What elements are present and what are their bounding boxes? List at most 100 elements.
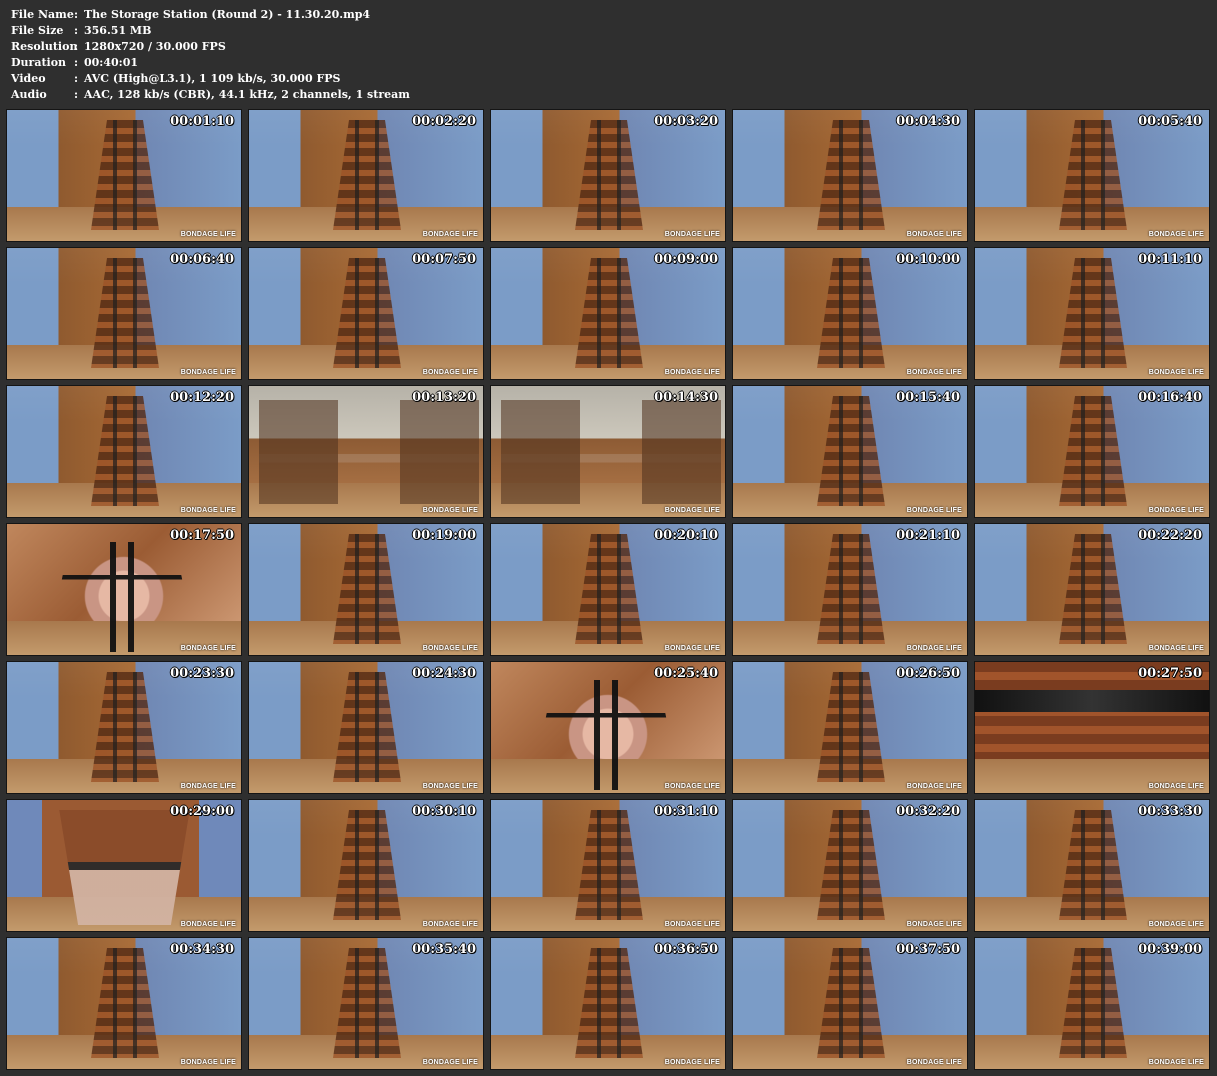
- timecode: 00:04:30: [896, 114, 960, 129]
- watermark: BONDAGE LIFE: [664, 369, 720, 376]
- watermark: BONDAGE LIFE: [1148, 783, 1204, 790]
- timecode: 00:19:00: [412, 528, 476, 543]
- audio-separator: :: [74, 88, 79, 101]
- video-thumbnail: 00:25:40 BONDAGE LIFE: [490, 661, 726, 794]
- video-thumbnail: 00:15:40 BONDAGE LIFE: [732, 385, 968, 518]
- timecode: 00:24:30: [412, 666, 476, 681]
- resolution-row: Resolution : 1280x720 / 30.000 FPS: [11, 39, 410, 55]
- file-size-value: 356.51 MB: [84, 24, 152, 37]
- timecode: 00:10:00: [896, 252, 960, 267]
- video-thumbnail: 00:20:10 BONDAGE LIFE: [490, 523, 726, 656]
- timecode: 00:14:30: [654, 390, 718, 405]
- timecode: 00:27:50: [1138, 666, 1202, 681]
- watermark: BONDAGE LIFE: [180, 921, 236, 928]
- watermark: BONDAGE LIFE: [906, 783, 962, 790]
- video-thumbnail: 00:02:20 BONDAGE LIFE: [248, 109, 484, 242]
- watermark: BONDAGE LIFE: [906, 507, 962, 514]
- file-size-separator: :: [74, 24, 79, 37]
- video-thumbnail: 00:12:20 BONDAGE LIFE: [6, 385, 242, 518]
- watermark: BONDAGE LIFE: [422, 783, 478, 790]
- timecode: 00:12:20: [170, 390, 234, 405]
- timecode: 00:29:00: [170, 804, 234, 819]
- watermark: BONDAGE LIFE: [180, 369, 236, 376]
- video-thumbnail: 00:33:30 BONDAGE LIFE: [974, 799, 1210, 932]
- video-thumbnail: 00:03:20 BONDAGE LIFE: [490, 109, 726, 242]
- watermark: BONDAGE LIFE: [664, 783, 720, 790]
- file-name-row: File Name : The Storage Station (Round 2…: [11, 7, 410, 23]
- duration-row: Duration : 00:40:01: [11, 55, 410, 71]
- timecode: 00:23:30: [170, 666, 234, 681]
- timecode: 00:05:40: [1138, 114, 1202, 129]
- timecode: 00:37:50: [896, 942, 960, 957]
- audio-label: Audio: [11, 88, 47, 101]
- watermark: BONDAGE LIFE: [180, 1059, 236, 1066]
- watermark: BONDAGE LIFE: [180, 783, 236, 790]
- video-value: AVC (High@L3.1), 1 109 kb/s, 30.000 FPS: [84, 72, 341, 85]
- duration-separator: :: [74, 56, 79, 69]
- video-thumbnail: 00:32:20 BONDAGE LIFE: [732, 799, 968, 932]
- watermark: BONDAGE LIFE: [906, 645, 962, 652]
- duration-value: 00:40:01: [84, 56, 139, 69]
- timecode: 00:22:20: [1138, 528, 1202, 543]
- timecode: 00:15:40: [896, 390, 960, 405]
- watermark: BONDAGE LIFE: [180, 507, 236, 514]
- watermark: BONDAGE LIFE: [664, 231, 720, 238]
- video-thumbnail: 00:11:10 BONDAGE LIFE: [974, 247, 1210, 380]
- watermark: BONDAGE LIFE: [422, 645, 478, 652]
- video-thumbnail: 00:21:10 BONDAGE LIFE: [732, 523, 968, 656]
- file-name-separator: :: [74, 8, 79, 21]
- file-size-row: File Size : 356.51 MB: [11, 23, 410, 39]
- timecode: 00:34:30: [170, 942, 234, 957]
- video-thumbnail: 00:16:40 BONDAGE LIFE: [974, 385, 1210, 518]
- timecode: 00:33:30: [1138, 804, 1202, 819]
- file-metadata: File Name : The Storage Station (Round 2…: [11, 7, 410, 103]
- resolution-value: 1280x720 / 30.000 FPS: [84, 40, 226, 53]
- timecode: 00:07:50: [412, 252, 476, 267]
- thumbnail-grid: 00:01:10 BONDAGE LIFE 00:02:20 BONDAGE LIF…: [6, 109, 1212, 1070]
- file-name-value: The Storage Station (Round 2) - 11.30.20…: [84, 8, 371, 21]
- watermark: BONDAGE LIFE: [422, 1059, 478, 1066]
- watermark: BONDAGE LIFE: [422, 921, 478, 928]
- video-thumbnail: 00:07:50 BONDAGE LIFE: [248, 247, 484, 380]
- watermark: BONDAGE LIFE: [664, 921, 720, 928]
- resolution-label: Resolution: [11, 40, 78, 53]
- watermark: BONDAGE LIFE: [422, 369, 478, 376]
- file-name-label: File Name: [11, 8, 74, 21]
- video-row: Video : AVC (High@L3.1), 1 109 kb/s, 30.…: [11, 71, 410, 87]
- video-separator: :: [74, 72, 79, 85]
- audio-row: Audio : AAC, 128 kb/s (CBR), 44.1 kHz, 2…: [11, 87, 410, 103]
- video-thumbnail: 00:24:30 BONDAGE LIFE: [248, 661, 484, 794]
- timecode: 00:31:10: [654, 804, 718, 819]
- timecode: 00:06:40: [170, 252, 234, 267]
- video-thumbnail: 00:26:50 BONDAGE LIFE: [732, 661, 968, 794]
- watermark: BONDAGE LIFE: [422, 231, 478, 238]
- video-thumbnail: 00:22:20 BONDAGE LIFE: [974, 523, 1210, 656]
- video-thumbnail: 00:01:10 BONDAGE LIFE: [6, 109, 242, 242]
- watermark: BONDAGE LIFE: [906, 921, 962, 928]
- resolution-separator: :: [74, 40, 79, 53]
- timecode: 00:26:50: [896, 666, 960, 681]
- watermark: BONDAGE LIFE: [1148, 1059, 1204, 1066]
- video-thumbnail: 00:13:20 BONDAGE LIFE: [248, 385, 484, 518]
- watermark: BONDAGE LIFE: [422, 507, 478, 514]
- video-thumbnail: 00:06:40 BONDAGE LIFE: [6, 247, 242, 380]
- timecode: 00:01:10: [170, 114, 234, 129]
- timecode: 00:11:10: [1138, 252, 1202, 267]
- timecode: 00:32:20: [896, 804, 960, 819]
- timecode: 00:25:40: [654, 666, 718, 681]
- timecode: 00:02:20: [412, 114, 476, 129]
- video-thumbnail: 00:23:30 BONDAGE LIFE: [6, 661, 242, 794]
- video-thumbnail: 00:31:10 BONDAGE LIFE: [490, 799, 726, 932]
- timecode: 00:21:10: [896, 528, 960, 543]
- watermark: BONDAGE LIFE: [180, 231, 236, 238]
- video-thumbnail: 00:34:30 BONDAGE LIFE: [6, 937, 242, 1070]
- video-thumbnail: 00:05:40 BONDAGE LIFE: [974, 109, 1210, 242]
- video-thumbnail: 00:27:50 BONDAGE LIFE: [974, 661, 1210, 794]
- watermark: BONDAGE LIFE: [180, 645, 236, 652]
- watermark: BONDAGE LIFE: [906, 1059, 962, 1066]
- watermark: BONDAGE LIFE: [1148, 507, 1204, 514]
- video-thumbnail: 00:39:00 BONDAGE LIFE: [974, 937, 1210, 1070]
- video-thumbnail: 00:36:50 BONDAGE LIFE: [490, 937, 726, 1070]
- timecode: 00:20:10: [654, 528, 718, 543]
- watermark: BONDAGE LIFE: [664, 1059, 720, 1066]
